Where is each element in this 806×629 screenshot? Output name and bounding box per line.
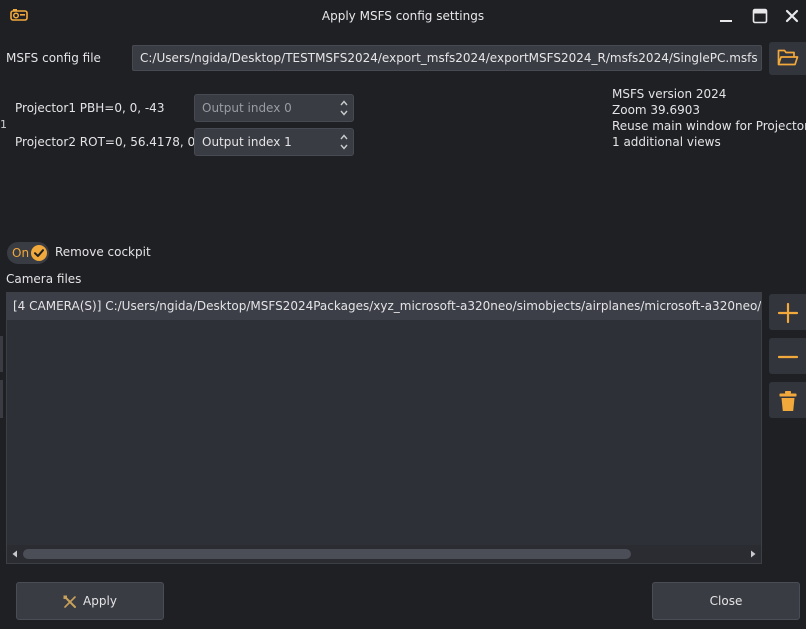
camera-files-label: Camera files (6, 272, 82, 286)
list-item[interactable]: [4 CAMERA(S)] C:/Users/ngida/Desktop/MSF… (7, 293, 761, 320)
zoom-text: Zoom 39.6903 (612, 103, 701, 117)
config-info-panel: MSFS version 2024 Zoom 39.6903 Reuse mai… (612, 86, 806, 150)
spin-down-icon[interactable] (339, 143, 349, 151)
toggle-knob (31, 245, 47, 261)
reuse-window-text: Reuse main window for Projector1 (612, 119, 806, 133)
add-camera-button[interactable] (769, 294, 806, 330)
remove-cockpit-toggle[interactable]: On (7, 242, 49, 264)
scrollbar-thumb[interactable] (23, 549, 631, 559)
config-file-label: MSFS config file (6, 51, 101, 65)
delete-all-cameras-button[interactable] (769, 382, 806, 418)
maximize-icon[interactable] (752, 8, 768, 24)
projector2-output-spinbox[interactable]: Output index 1 (194, 128, 354, 156)
left-edge-tab (0, 380, 3, 418)
projector2-label: Projector2 ROT=0, 56.4178, 0 (15, 135, 196, 149)
apply-label: Apply (83, 594, 117, 608)
close-label: Close (709, 594, 743, 608)
trash-icon (779, 391, 797, 411)
side-marker: 1 (0, 118, 7, 131)
toggle-state-text: On (12, 246, 30, 260)
folder-open-icon (777, 49, 799, 66)
spin-up-icon[interactable] (339, 133, 349, 141)
plus-icon (777, 302, 799, 324)
minimize-icon[interactable] (718, 8, 734, 24)
projector1-label: Projector1 PBH=0, 0, -43 (15, 101, 165, 115)
projector1-output-value: Output index 0 (202, 101, 292, 115)
scroll-left-icon[interactable] (11, 550, 19, 558)
additional-views-text: 1 additional views (612, 135, 721, 149)
left-edge-tab (0, 336, 3, 372)
spin-down-icon[interactable] (339, 109, 349, 117)
msfs-version-text: MSFS version 2024 (612, 87, 727, 101)
remove-cockpit-label: Remove cockpit (55, 245, 151, 259)
window-title: Apply MSFS config settings (321, 9, 485, 23)
config-file-path-field[interactable]: C:/Users/ngida/Desktop/TESTMSFS2024/expo… (132, 45, 762, 71)
remove-camera-button[interactable] (769, 338, 806, 374)
projector1-output-spinbox[interactable]: Output index 0 (194, 94, 354, 122)
tools-icon (63, 595, 77, 608)
apply-button[interactable]: Apply (16, 582, 164, 620)
minus-icon (777, 355, 799, 359)
title-bar: Apply MSFS config settings (0, 0, 806, 32)
spin-up-icon[interactable] (339, 99, 349, 107)
horizontal-scrollbar[interactable] (7, 545, 761, 563)
browse-config-button[interactable] (769, 42, 806, 75)
scroll-right-icon[interactable] (749, 550, 757, 558)
close-icon[interactable] (784, 8, 800, 24)
check-icon (34, 249, 44, 257)
camera-files-list[interactable]: [4 CAMERA(S)] C:/Users/ngida/Desktop/MSF… (6, 292, 762, 564)
projector2-output-value: Output index 1 (202, 135, 292, 149)
close-button[interactable]: Close (652, 582, 800, 620)
